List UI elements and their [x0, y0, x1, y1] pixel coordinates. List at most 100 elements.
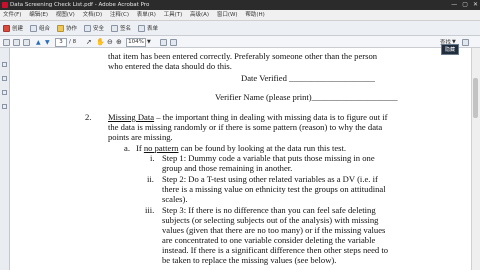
forms-icon	[138, 24, 145, 32]
window-title: Data Screening Check List.pdf - Adobe Ac…	[10, 2, 150, 8]
navigation-panel	[0, 48, 10, 270]
step-ii-line-2: there is a missing value on ethnicity te…	[162, 184, 386, 194]
missing-data-text: – the important thing in dealing with mi…	[154, 112, 388, 122]
hand-tool-button[interactable]: ✋	[96, 38, 105, 46]
email-icon	[23, 38, 30, 46]
zoom-field[interactable]: 104% ▼	[126, 37, 151, 47]
page-current: 3	[55, 37, 67, 47]
menu-bar: 文件(F) 编辑(E) 视图(V) 文档(D) 注释(C) 表单(R) 工具(T…	[0, 10, 480, 21]
minimize-button[interactable]: —	[451, 1, 457, 9]
verifier-name-field: Verifier Name (please print)____________…	[215, 92, 398, 102]
save-button[interactable]	[3, 38, 10, 46]
menu-forms[interactable]: 表单(R)	[134, 10, 159, 20]
create-button[interactable]: 创建	[3, 24, 23, 32]
menu-window[interactable]: 窗口(W)	[214, 10, 241, 20]
vertical-scrollbar[interactable]	[471, 48, 480, 270]
item-a-post: can be found by looking at the data run …	[178, 143, 347, 153]
step-ii-line-1: Step 2: Do a T-test using other related …	[162, 174, 378, 184]
document-page: that item has been entered correctly. Pr…	[10, 48, 472, 270]
collapse-icon	[462, 38, 469, 46]
fit-page-icon	[160, 38, 167, 46]
missing-data-line-1: Missing Data – the important thing in de…	[108, 112, 388, 122]
sign-label: 签名	[120, 26, 132, 32]
step-iii-line-1: Step 3: If there is no difference than y…	[162, 205, 376, 215]
zoom-out-button[interactable]: ⊖	[107, 38, 113, 46]
down-arrow-icon: ▼	[45, 38, 50, 46]
select-tool-button[interactable]: ➚	[86, 38, 92, 46]
prev-page-button[interactable]: ▲	[36, 38, 41, 46]
print-icon	[13, 38, 20, 46]
item-a-marker: a.	[124, 143, 130, 153]
menu-file[interactable]: 文件(F)	[0, 10, 24, 20]
zoom-value: 104%	[126, 37, 146, 47]
title-bar: Data Screening Check List.pdf - Adobe Ac…	[0, 0, 480, 10]
next-page-button[interactable]: ▼	[45, 38, 50, 46]
attachments-panel-icon[interactable]	[2, 104, 7, 109]
step-i-line-1: Step 1: Dummy code a variable that puts …	[162, 153, 375, 163]
step-iii-line-4: are concentrated to one variable conside…	[162, 235, 376, 245]
up-arrow-icon: ▲	[36, 38, 41, 46]
task-toolbar: 创建 组合 协作 安全 签名 表单	[0, 21, 480, 36]
step-ii-marker: ii.	[147, 174, 154, 184]
forms-button[interactable]: 表单	[138, 24, 158, 32]
save-icon	[3, 38, 10, 46]
item-number: 2.	[85, 112, 92, 122]
collaborate-label: 协作	[66, 26, 78, 32]
zoom-in-icon: ⊕	[116, 38, 122, 46]
step-i-marker: i.	[150, 153, 155, 163]
menu-comments[interactable]: 注释(C)	[107, 10, 132, 20]
navigation-toolbar: ▲ ▼ 3 / 8 ➚ ✋ ⊖ ⊕ 104% ▼ 查找 ▼	[0, 36, 480, 48]
combine-button[interactable]: 组合	[30, 24, 50, 32]
window-controls: — ▢ ✕	[451, 1, 478, 9]
menu-document[interactable]: 文档(D)	[80, 10, 106, 20]
signatures-panel-icon[interactable]	[2, 90, 7, 95]
collaborate-icon	[57, 24, 64, 32]
page-number-field[interactable]: 3 / 8	[55, 37, 77, 47]
step-iii-line-2: subjects (or selecting subjects out of t…	[162, 215, 379, 225]
menu-tools[interactable]: 工具(T)	[161, 10, 186, 20]
step-iii-line-5: instead. If there is a significant diffe…	[162, 245, 389, 255]
scrollbar-thumb[interactable]	[473, 78, 478, 118]
pages-panel-icon[interactable]	[2, 62, 7, 67]
step-iii-line-3: values (given that there are no too many…	[162, 225, 386, 235]
fit-width-icon	[170, 38, 177, 46]
missing-data-heading: Missing Data	[108, 112, 155, 122]
email-button[interactable]	[23, 38, 30, 46]
bookmarks-panel-icon[interactable]	[2, 76, 7, 81]
date-verified-field: Date Verified ____________________	[241, 73, 375, 83]
cursor-icon: ➚	[86, 38, 92, 46]
item-a-pre: If	[136, 143, 144, 153]
fit-width-button[interactable]	[170, 38, 177, 46]
no-pattern-text: no pattern	[143, 143, 179, 153]
zoom-in-button[interactable]: ⊕	[116, 38, 122, 46]
secure-button[interactable]: 安全	[84, 24, 104, 32]
chevron-down-icon: ▼	[147, 39, 151, 45]
step-i-line-2: group and those remaining in another.	[162, 163, 293, 173]
lock-icon	[84, 24, 91, 32]
step-iii-line-6: be taken to replace the missing values (…	[162, 255, 337, 265]
collapse-toolbar-button[interactable]	[462, 38, 469, 46]
sign-button[interactable]: 签名	[111, 24, 131, 32]
menu-advanced[interactable]: 高级(A)	[187, 10, 212, 20]
create-pdf-icon	[3, 24, 10, 32]
missing-data-line-2: the data is missing randomly or if there…	[108, 122, 383, 132]
missing-data-line-3: points are missing.	[108, 132, 173, 142]
combine-label: 组合	[39, 26, 51, 32]
hand-icon: ✋	[96, 38, 105, 46]
doc-line-2: who entered the data should do this.	[108, 61, 232, 71]
menu-edit[interactable]: 编辑(E)	[26, 10, 51, 20]
step-ii-line-3: scales).	[162, 194, 188, 204]
fit-page-button[interactable]	[160, 38, 167, 46]
create-label: 创建	[12, 26, 24, 32]
close-button[interactable]: ✕	[473, 1, 478, 9]
secure-label: 安全	[93, 26, 105, 32]
combine-icon	[30, 24, 37, 32]
menu-help[interactable]: 帮助(H)	[242, 10, 267, 20]
forms-label: 表单	[147, 26, 159, 32]
maximize-button[interactable]: ▢	[462, 1, 468, 9]
page-total: / 8	[69, 39, 77, 45]
print-button[interactable]	[13, 38, 20, 46]
menu-view[interactable]: 视图(V)	[53, 10, 78, 20]
step-iii-marker: iii.	[145, 205, 155, 215]
collaborate-button[interactable]: 协作	[57, 24, 77, 32]
